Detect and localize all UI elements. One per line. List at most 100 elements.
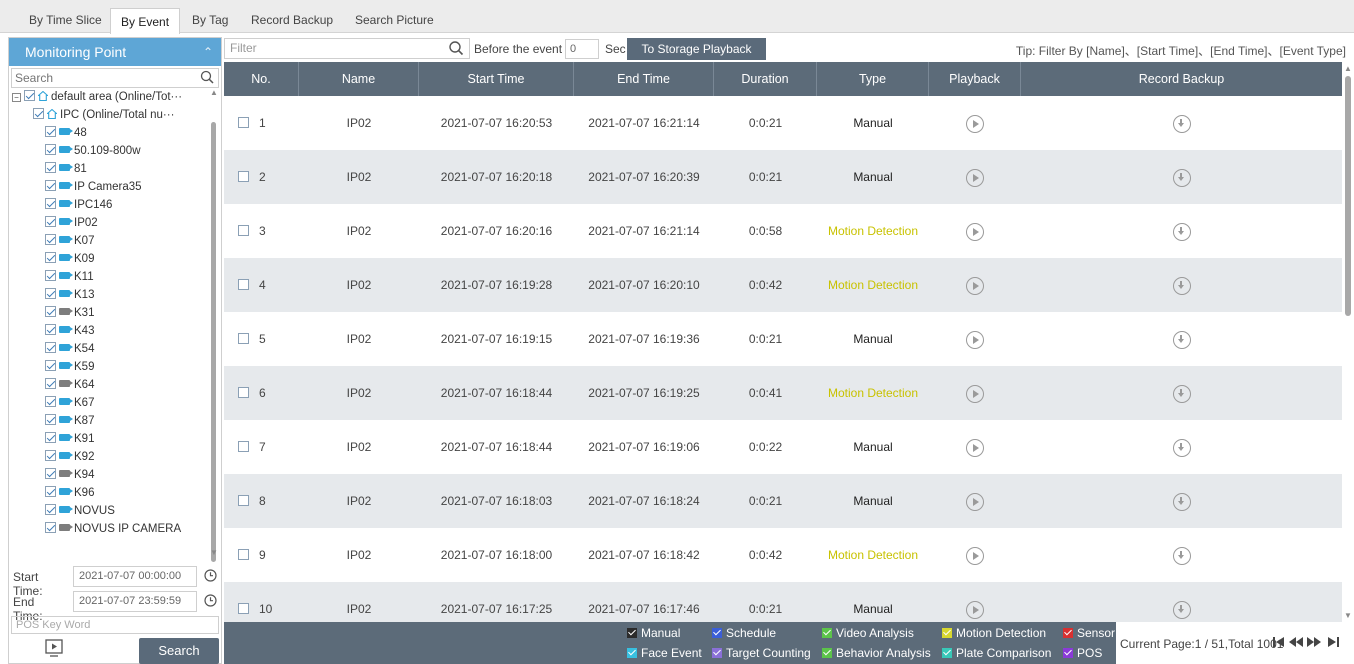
legend-checkbox-icon[interactable]	[627, 628, 637, 638]
tree-checkbox[interactable]	[45, 504, 56, 515]
table-row[interactable]: 6 IP02 2021-07-07 16:18:44 2021-07-07 16:19…	[224, 366, 1342, 420]
table-row[interactable]: 8 IP02 2021-07-07 16:18:03 2021-07-07 16:18…	[224, 474, 1342, 528]
legend-item[interactable]: Plate Comparison	[942, 645, 1051, 661]
search-icon[interactable]	[448, 40, 464, 59]
tree-checkbox[interactable]	[45, 396, 56, 407]
tree-checkbox[interactable]	[45, 522, 56, 533]
scroll-up-icon[interactable]: ▲	[208, 88, 220, 98]
tree-checkbox[interactable]	[45, 216, 56, 227]
tree-item-camera[interactable]: K11	[9, 268, 207, 286]
tree-item-camera[interactable]: K87	[9, 412, 207, 430]
legend-item[interactable]: Video Analysis	[822, 625, 914, 641]
filter-input[interactable]: Filter	[224, 38, 470, 59]
tree-checkbox[interactable]	[45, 288, 56, 299]
tree-scrollbar[interactable]: ▲ ▼	[208, 88, 220, 562]
to-storage-playback-button[interactable]: To Storage Playback	[627, 38, 766, 60]
legend-checkbox-icon[interactable]	[1063, 628, 1073, 638]
legend-checkbox-icon[interactable]	[627, 648, 637, 658]
scroll-down-icon[interactable]: ▼	[1344, 611, 1352, 620]
legend-item[interactable]: Target Counting	[712, 645, 811, 661]
table-row[interactable]: 1 IP02 2021-07-07 16:20:53 2021-07-07 16:21…	[224, 96, 1342, 150]
tree-item-area[interactable]: − default area (Online/Tot···	[9, 88, 207, 106]
clock-icon[interactable]	[204, 594, 217, 610]
play-icon[interactable]	[966, 114, 984, 133]
scroll-down-icon[interactable]: ▼	[208, 548, 220, 558]
legend-checkbox-icon[interactable]	[822, 648, 832, 658]
download-icon[interactable]	[1172, 114, 1191, 133]
tree-checkbox[interactable]	[45, 414, 56, 425]
tree-item-camera[interactable]: K59	[9, 358, 207, 376]
legend-item[interactable]: Behavior Analysis	[822, 645, 931, 661]
tree-checkbox[interactable]	[45, 198, 56, 209]
legend-checkbox-icon[interactable]	[942, 628, 952, 638]
legend-item[interactable]: POS	[1063, 645, 1102, 661]
table-scrollbar[interactable]: ▲ ▼	[1342, 62, 1354, 622]
tree-item-camera[interactable]: K09	[9, 250, 207, 268]
download-icon[interactable]	[1172, 384, 1191, 403]
tree-item-camera[interactable]: K96	[9, 484, 207, 502]
tree-item-camera[interactable]: K07	[9, 232, 207, 250]
table-scroll-thumb[interactable]	[1345, 76, 1351, 316]
tab-by-time-slice[interactable]: By Time Slice	[19, 7, 112, 33]
table-row[interactable]: 4 IP02 2021-07-07 16:19:28 2021-07-07 16:20…	[224, 258, 1342, 312]
legend-checkbox-icon[interactable]	[942, 648, 952, 658]
tree-checkbox[interactable]	[45, 324, 56, 335]
snapshot-icon[interactable]	[44, 638, 64, 658]
tree-checkbox[interactable]	[45, 486, 56, 497]
tree-item-camera[interactable]: IP02	[9, 214, 207, 232]
table-row[interactable]: 7 IP02 2021-07-07 16:18:44 2021-07-07 16:19…	[224, 420, 1342, 474]
download-icon[interactable]	[1172, 168, 1191, 187]
download-icon[interactable]	[1172, 492, 1191, 511]
tree-checkbox[interactable]	[45, 342, 56, 353]
tree-item-camera[interactable]: NOVUS	[9, 502, 207, 520]
tree-checkbox[interactable]	[45, 252, 56, 263]
end-time-field[interactable]: 2021-07-07 23:59:59	[73, 591, 197, 612]
before-event-input[interactable]: 0	[565, 39, 599, 59]
play-icon[interactable]	[966, 276, 984, 295]
tree-checkbox[interactable]	[45, 450, 56, 461]
play-icon[interactable]	[966, 330, 984, 349]
tree-item-camera[interactable]: K13	[9, 286, 207, 304]
row-checkbox[interactable]	[238, 549, 249, 560]
table-row[interactable]: 3 IP02 2021-07-07 16:20:16 2021-07-07 16:21…	[224, 204, 1342, 258]
row-checkbox[interactable]	[238, 333, 249, 344]
legend-checkbox-icon[interactable]	[712, 628, 722, 638]
legend-item[interactable]: Manual	[627, 625, 680, 641]
play-icon[interactable]	[966, 384, 984, 403]
tree-item-camera[interactable]: K54	[9, 340, 207, 358]
start-time-field[interactable]: 2021-07-07 00:00:00	[73, 566, 197, 587]
tab-record-backup[interactable]: Record Backup	[241, 7, 343, 33]
play-icon[interactable]	[966, 222, 984, 241]
search-icon[interactable]	[200, 70, 214, 87]
tree-item-group[interactable]: IPC (Online/Total nu···	[9, 106, 207, 124]
tree-checkbox[interactable]	[45, 162, 56, 173]
tree-item-camera[interactable]: K64	[9, 376, 207, 394]
tree-checkbox[interactable]	[45, 270, 56, 281]
collapse-icon[interactable]: ⌃	[203, 38, 213, 66]
tree-item-camera[interactable]: IPC146	[9, 196, 207, 214]
legend-item[interactable]: Sensor	[1063, 625, 1115, 641]
download-icon[interactable]	[1172, 276, 1191, 295]
tree-item-camera[interactable]: K43	[9, 322, 207, 340]
table-row[interactable]: 9 IP02 2021-07-07 16:18:00 2021-07-07 16:18…	[224, 528, 1342, 582]
tree-checkbox[interactable]	[45, 306, 56, 317]
scroll-up-icon[interactable]: ▲	[1344, 64, 1352, 73]
row-checkbox[interactable]	[238, 279, 249, 290]
legend-item[interactable]: Face Event	[627, 645, 702, 661]
tree-checkbox[interactable]	[45, 144, 56, 155]
tree-checkbox[interactable]	[45, 432, 56, 443]
tree-checkbox[interactable]	[45, 180, 56, 191]
tree-search-input[interactable]	[12, 69, 192, 87]
row-checkbox[interactable]	[238, 387, 249, 398]
legend-checkbox-icon[interactable]	[822, 628, 832, 638]
play-icon[interactable]	[966, 546, 984, 565]
tree-item-camera[interactable]: IP Camera35	[9, 178, 207, 196]
row-checkbox[interactable]	[238, 441, 249, 452]
row-checkbox[interactable]	[238, 603, 249, 614]
tab-by-tag[interactable]: By Tag	[182, 7, 238, 33]
download-icon[interactable]	[1172, 222, 1191, 241]
tree-checkbox[interactable]	[45, 360, 56, 371]
download-icon[interactable]	[1172, 546, 1191, 565]
legend-item[interactable]: Schedule	[712, 625, 776, 641]
row-checkbox[interactable]	[238, 171, 249, 182]
